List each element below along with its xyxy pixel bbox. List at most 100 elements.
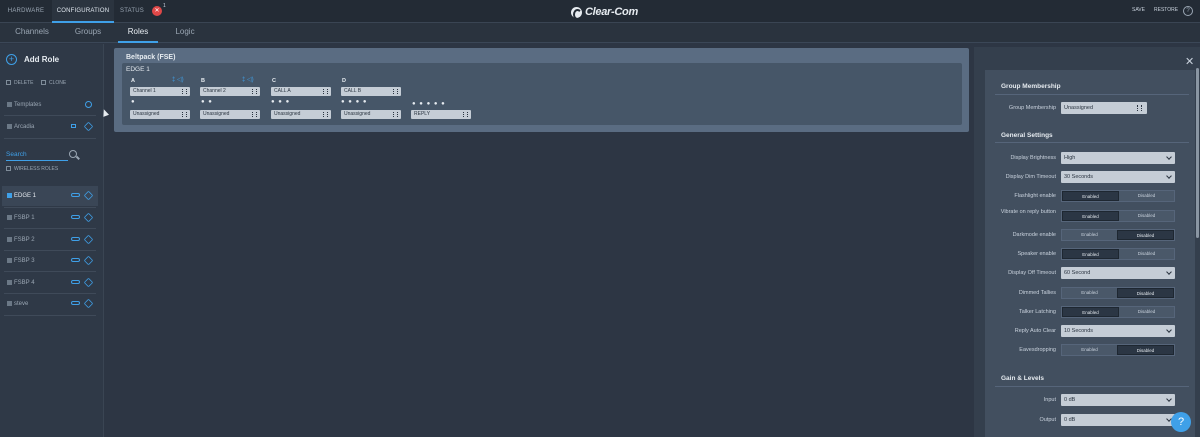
drag-handle-icon[interactable]: [323, 112, 328, 117]
disabled-option[interactable]: Disabled: [1117, 288, 1174, 298]
drag-handle-icon[interactable]: [252, 112, 257, 117]
display-off-select[interactable]: 60 Second: [1061, 267, 1175, 279]
search-input[interactable]: Search: [6, 151, 27, 158]
edit-icon[interactable]: [83, 190, 94, 201]
drag-handle-icon[interactable]: [393, 112, 398, 117]
disabled-option[interactable]: Disabled: [1119, 249, 1174, 259]
checkbox[interactable]: [6, 166, 11, 172]
role-row[interactable]: FSBP 1: [2, 208, 98, 228]
key-2-select[interactable]: Unassigned: [200, 110, 260, 119]
input-gain-select[interactable]: 0 dB: [1061, 394, 1175, 406]
restore-button[interactable]: RESTORE: [1154, 7, 1178, 13]
link-icon[interactable]: [71, 237, 80, 241]
drag-handle-icon[interactable]: [393, 89, 398, 94]
edit-icon[interactable]: [83, 298, 94, 309]
tab-logic[interactable]: Logic: [162, 23, 208, 43]
link-icon[interactable]: [71, 258, 80, 262]
edit-icon[interactable]: [83, 234, 94, 245]
role-row[interactable]: steve: [2, 294, 98, 314]
checkbox[interactable]: [7, 236, 12, 242]
checkbox[interactable]: [7, 123, 12, 129]
role-row[interactable]: FSBP 4: [2, 273, 98, 293]
disabled-option[interactable]: Disabled: [1117, 230, 1174, 240]
enabled-option[interactable]: Enabled: [1062, 230, 1117, 240]
display-brightness-select[interactable]: High: [1061, 152, 1175, 164]
checkbox[interactable]: [7, 279, 12, 285]
wireless-roles-filter[interactable]: WIRELESS ROLES: [6, 166, 58, 172]
eavesdropping-toggle[interactable]: Enabled Disabled: [1061, 344, 1175, 356]
clone-button[interactable]: CLONE: [41, 80, 66, 86]
edit-icon[interactable]: [83, 277, 94, 288]
tab-channels[interactable]: Channels: [4, 23, 60, 43]
edit-icon[interactable]: [83, 255, 94, 266]
enabled-option[interactable]: Enabled: [1062, 191, 1119, 201]
link-icon[interactable]: [71, 193, 80, 197]
key-c-select[interactable]: CALL A: [271, 87, 331, 96]
edit-icon[interactable]: [83, 121, 94, 132]
link-icon[interactable]: [71, 301, 80, 305]
save-button[interactable]: SAVE: [1132, 7, 1145, 13]
checkbox[interactable]: [7, 214, 12, 220]
help-button[interactable]: ?: [1171, 412, 1191, 432]
link-icon[interactable]: [71, 215, 80, 219]
close-icon[interactable]: ✕: [1185, 55, 1194, 68]
sidebar-item-templates[interactable]: Templates: [2, 95, 98, 115]
drag-handle-icon[interactable]: [252, 89, 257, 94]
drag-handle-icon[interactable]: [182, 112, 187, 117]
reply-key-select[interactable]: REPLY: [411, 110, 471, 119]
tab-roles[interactable]: Roles: [118, 23, 158, 43]
checkbox[interactable]: [7, 300, 12, 306]
assign-icon[interactable]: [71, 124, 76, 128]
drag-handle-icon[interactable]: [182, 89, 187, 94]
help-icon[interactable]: ?: [1183, 6, 1193, 16]
enabled-option[interactable]: Enabled: [1062, 211, 1119, 221]
vibrate-toggle[interactable]: Enabled Disabled: [1061, 210, 1175, 222]
reply-auto-clear-select[interactable]: 10 Seconds: [1061, 325, 1175, 337]
key-d-select[interactable]: CALL B: [341, 87, 401, 96]
tab-configuration[interactable]: CONFIGURATION: [52, 0, 114, 23]
add-role-icon[interactable]: +: [6, 54, 17, 65]
tab-groups[interactable]: Groups: [60, 23, 116, 43]
disabled-option[interactable]: Disabled: [1117, 345, 1174, 355]
add-role-button[interactable]: Add Role: [24, 55, 59, 64]
enabled-option[interactable]: Enabled: [1062, 307, 1119, 317]
enabled-option[interactable]: Enabled: [1062, 249, 1119, 259]
output-gain-select[interactable]: 0 dB: [1061, 414, 1175, 426]
search-icon[interactable]: [69, 150, 77, 158]
status-error-badge[interactable]: ✕: [152, 6, 162, 16]
key-b-select[interactable]: Channel 2: [200, 87, 260, 96]
flashlight-toggle[interactable]: Enabled Disabled: [1061, 190, 1175, 202]
darkmode-toggle[interactable]: Enabled Disabled: [1061, 229, 1175, 241]
key-1-select[interactable]: Unassigned: [130, 110, 190, 119]
dimmed-tallies-toggle[interactable]: Enabled Disabled: [1061, 287, 1175, 299]
output-gain-value: 0 dB: [1064, 417, 1076, 423]
enabled-option[interactable]: Enabled: [1062, 288, 1117, 298]
tab-hardware[interactable]: HARDWARE: [0, 0, 52, 23]
disabled-option[interactable]: Disabled: [1119, 307, 1174, 317]
display-dim-select[interactable]: 30 Seconds: [1061, 171, 1175, 183]
group-membership-select[interactable]: Unassigned: [1061, 102, 1147, 114]
drag-handle-icon[interactable]: [323, 89, 328, 94]
key-a-select[interactable]: Channel 1: [130, 87, 190, 96]
sidebar-item-arcadia[interactable]: Arcadia: [2, 117, 98, 137]
checkbox[interactable]: [7, 257, 12, 263]
tab-status[interactable]: STATUS: [114, 0, 150, 23]
delete-button[interactable]: DELETE: [6, 80, 33, 86]
templates-icon[interactable]: [85, 101, 92, 108]
disabled-option[interactable]: Disabled: [1119, 191, 1174, 201]
enabled-option[interactable]: Enabled: [1062, 345, 1117, 355]
edit-icon[interactable]: [83, 212, 94, 223]
panel-scrollbar[interactable]: [1196, 68, 1199, 238]
key-3-select[interactable]: Unassigned: [271, 110, 331, 119]
role-row[interactable]: FSBP 3: [2, 251, 98, 271]
role-row[interactable]: FSBP 2: [2, 230, 98, 250]
drag-handle-icon[interactable]: [463, 112, 468, 117]
disabled-option[interactable]: Disabled: [1119, 211, 1174, 221]
speaker-toggle[interactable]: Enabled Disabled: [1061, 248, 1175, 260]
key-4-select[interactable]: Unassigned: [341, 110, 401, 119]
checkbox[interactable]: [7, 101, 12, 107]
checkbox[interactable]: [7, 192, 12, 198]
role-row[interactable]: EDGE 1: [2, 186, 98, 206]
talker-latching-toggle[interactable]: Enabled Disabled: [1061, 306, 1175, 318]
link-icon[interactable]: [71, 280, 80, 284]
